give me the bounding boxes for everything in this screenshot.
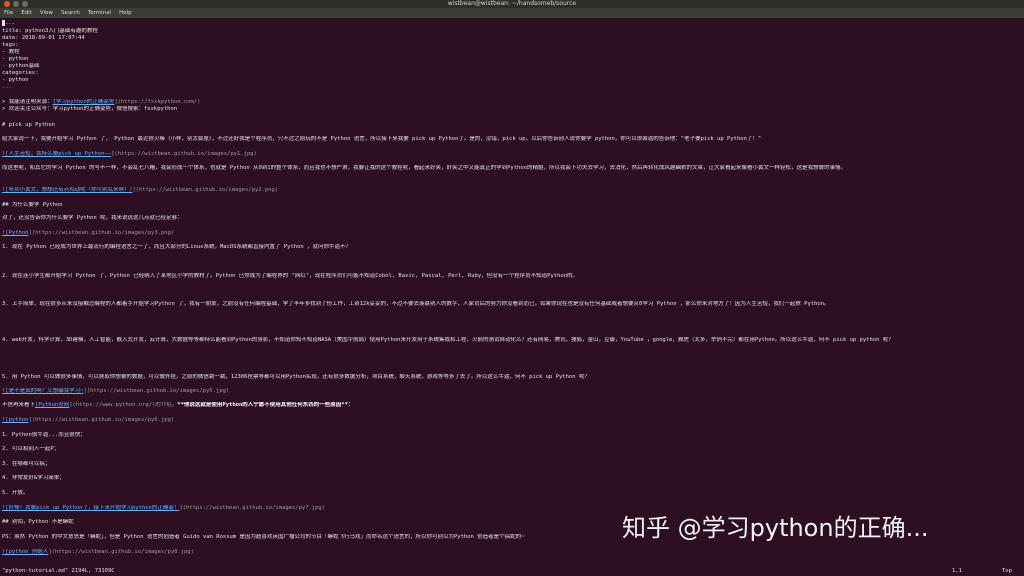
editor-line: ![python](https://wistbean.github.io/ima…: [2, 417, 175, 423]
menu-terminal[interactable]: Terminal: [88, 8, 111, 18]
editor-line: ![是不是真的啊？又想骗我学习~](https://wistbean.githu…: [2, 388, 230, 394]
image-link[interactable]: ![python 创始人: [2, 549, 48, 555]
image-link[interactable]: ![听到小黄文，想想还有点鸡动呢（你可别乱来啊！）: [2, 187, 132, 193]
editor-line: ---: [2, 20, 1020, 27]
editor-line: 不信再来看下[Python官网](https://www.python.org/…: [2, 402, 354, 408]
close-icon[interactable]: [4, 1, 10, 7]
python-site-link[interactable]: [Python官网: [35, 402, 69, 408]
editor-line: 而这里呢，和其它的学习 Python 的号不一样，不会乱七八糟，我会形成一个体系…: [2, 165, 846, 171]
minimize-icon[interactable]: [13, 1, 19, 7]
source-link[interactable]: [学习python的正确姿势: [53, 99, 115, 105]
file-info: "python-tutorial.md" 2194L, 73109C: [2, 568, 115, 574]
editor-line: 3. 上手简单，现在很多从来没接触过编程的人都着手开始学习Python 了，我有…: [2, 301, 830, 307]
editor-line: 4. web开发，科学计算，3D建模，人工智能，嵌入式开发，云计算，大数据等等都…: [2, 337, 894, 343]
editor-line: - python基础: [2, 63, 40, 69]
zhihu-watermark: 知乎 @学习python的正确...: [622, 514, 929, 542]
editor-line: - 教程: [2, 49, 20, 55]
cursor-position: 1,1: [952, 568, 962, 574]
editor-line: date: 2018-09-01 17:07:44: [2, 35, 85, 41]
editor-line: > 我能请注明来源：[学习python的正确姿势](https://fxxkpy…: [2, 99, 201, 105]
editor-line: 2. 可以和别人一起P；: [2, 446, 60, 452]
editor-line: 对了，还没告诉你为什么要学 Python 呢，我来说说这几点就已经足够：: [2, 215, 183, 221]
image-link[interactable]: ![是不是真的啊？又想骗我学习~: [2, 388, 83, 394]
menu-view[interactable]: View: [40, 8, 53, 18]
editor-line: > 欢迎关注公众号：学习python的正确姿势，微信搜索：fxxkpython: [2, 106, 178, 112]
editor-line: ![Python](https://wistbean.github.io/ima…: [2, 230, 175, 236]
window-controls: [4, 1, 28, 7]
image-link[interactable]: ![人生苦短，我特么要pick up Python——: [2, 151, 111, 157]
menu-help[interactable]: Help: [119, 8, 132, 18]
editor-line: ![听到小黄文，想想还有点鸡动呢（你可别乱来啊！）](https://wistb…: [2, 187, 279, 193]
editor-heading: # pick up Python: [2, 122, 55, 128]
window-titlebar: wistbean@wistbean: ~/handsomeb/source: [0, 0, 1024, 8]
image-link[interactable]: ![python: [2, 417, 29, 423]
editor-line: ![人生苦短，我特么要pick up Python——](https://wis…: [2, 151, 257, 157]
menu-edit[interactable]: Edit: [21, 8, 32, 18]
editor-line: ![python 创始人](https://wistbean.github.io…: [2, 549, 195, 555]
editor-line: title: python3入门基础有趣的教程: [2, 28, 98, 34]
status-bar: "python-tutorial.md" 2194L, 73109C 1,1 T…: [0, 566, 1024, 576]
menu-search[interactable]: Search: [61, 8, 80, 18]
image-link[interactable]: ![Python: [2, 230, 29, 236]
image-link[interactable]: ![好棒！我要pick up Python了，接下来开始学习python的正确姿…: [2, 505, 179, 511]
editor-line: 1. Python很牛逼...而且很快；: [2, 432, 86, 438]
editor-line: 5. 用 Python 可以做很多事情，可以爬取你想要的数据，可以做外挂，之前的…: [2, 374, 590, 380]
editor-line: 1. 现在 Python 已经成为世界上最流行的编程语言之一了，而且大部分的Li…: [2, 244, 352, 250]
editor-line: 3. 在哪都可以搞；: [2, 461, 51, 467]
menu-bar: File Edit View Search Terminal Help: [0, 8, 1024, 18]
maximize-icon[interactable]: [22, 1, 28, 7]
scroll-position: Top: [1002, 568, 1012, 574]
editor-line: 4. 非常友好&学习简单；: [2, 475, 65, 481]
editor-line: ---: [2, 85, 12, 91]
editor-line: 2. 现在连小学生都开始学习 Python 了，Python 已经纳入了某地区小…: [2, 273, 579, 279]
editor-line: - python: [2, 77, 29, 83]
editor-line: - python: [2, 56, 29, 62]
editor-line: categories:: [2, 70, 39, 76]
editor-line: 5. 开放。: [2, 490, 29, 496]
editor-heading: ## 为什么要学 Python: [2, 202, 63, 208]
vim-editor[interactable]: --- title: python3入门基础有趣的教程 date: 2018-0…: [0, 18, 1024, 566]
window-title: wistbean@wistbean: ~/handsomeb/source: [447, 0, 577, 7]
menu-file[interactable]: File: [4, 8, 13, 18]
editor-line: 给大家说一下，我要开始学习 Python 了， Python 最近很火嘛（小样，…: [2, 136, 762, 142]
editor-line: tags:: [2, 42, 19, 48]
